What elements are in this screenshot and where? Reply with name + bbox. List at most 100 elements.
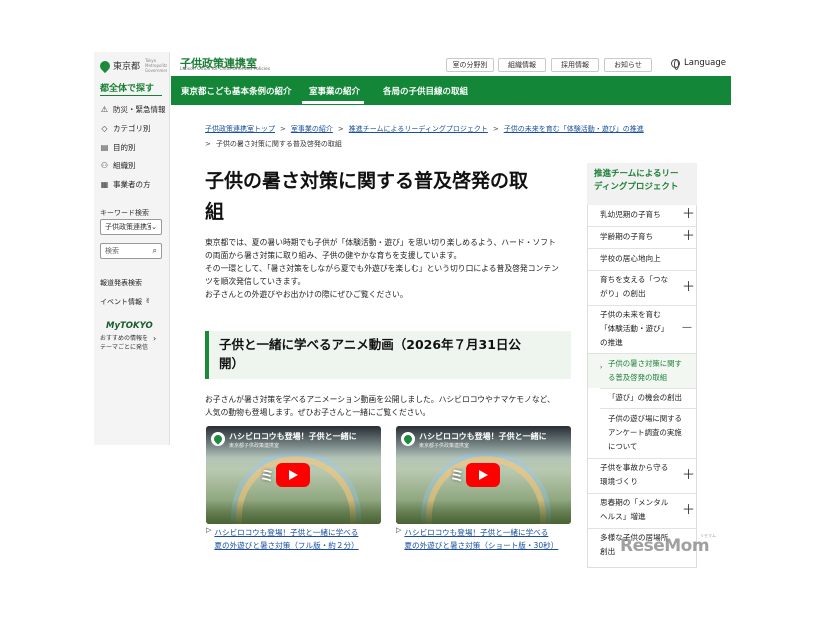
local-nav-divider — [588, 305, 696, 306]
logo-subtext: Tokyo Metropolitan Government — [145, 58, 167, 73]
select-value: 子供政策連携室 — [105, 223, 152, 231]
warning-icon: ⚠ — [100, 105, 109, 114]
local-nav-heat-measures[interactable]: 子供の暑さ対策に関す る普及啓発の取組 — [608, 357, 696, 385]
section-heading-line: 子供と一緒に学べるアニメ動画（2026年７月31日公 — [219, 337, 521, 352]
breadcrumb: 子供政策連携室トップ > 室事業の紹介 > 推進チームによるリーディングプロジェ… — [205, 124, 644, 134]
expand-plus-icon[interactable]: ＋ — [682, 504, 695, 517]
video-player-full[interactable]: ハシビロコウも登場！子供と一緒に 東京都子供政策連携室 ミ に — [206, 426, 381, 524]
news-button[interactable]: お知らせ — [604, 58, 652, 72]
search-icon: ⌕ — [152, 246, 157, 255]
video-link-line: ハシビロコウも登場！子供と一緒に学べる — [214, 528, 359, 537]
intro-line: お子さんとの外遊びやお出かけの際にぜひご覧ください。 — [205, 290, 408, 299]
chevron-right-icon: › — [153, 334, 157, 343]
local-nav-divider — [600, 388, 696, 389]
video-link-line: 夏の外遊びと暑さ対策（フル版・約２分） — [214, 541, 359, 550]
local-nav-accident-safety[interactable]: 子供を事故から守る 環境づくり — [600, 461, 682, 489]
mytokyo-desc-line: テーマごとに発信 — [100, 344, 149, 351]
document-icon: ▤ — [100, 143, 109, 152]
sidebar-item-category[interactable]: ◇ カテゴリ別 — [100, 123, 150, 134]
video-link-line: ハシビロコウも登場！子供と一緒に学べる — [404, 528, 549, 537]
local-nav-line: 子供を事故から守る — [600, 463, 669, 472]
tokyo-logo[interactable]: 東京都 Tokyo Metropolitan Government — [97, 58, 167, 73]
video-link-short[interactable]: ▷ ハシビロコウも登場！子供と一緒に学べる 夏の外遊びと暑さ対策（ショート版・3… — [396, 526, 558, 552]
intro-line: その一環として、「暑さ対策をしながら夏でも外遊びを楽しむ」という切り口による普及… — [205, 264, 559, 273]
video-channel: 東京都子供政策連携室 — [229, 443, 280, 449]
local-nav-line: ヘルス」増進 — [600, 512, 646, 521]
mytokyo-description[interactable]: おすすめの情報を テーマごとに発信 — [100, 334, 148, 352]
breadcrumb-link[interactable]: 子供政策連携室トップ — [205, 124, 275, 134]
hand-icon: ✌ — [145, 297, 151, 305]
video-icon: ▷ — [396, 526, 402, 534]
search-input[interactable]: 検索 ⌕ — [100, 243, 162, 259]
ground-illustration — [396, 500, 571, 524]
local-nav-connections[interactable]: 育ちを支える「つな がり」の創出 — [600, 273, 682, 301]
local-nav-mental-health[interactable]: 思春期の「メンタル ヘルス」増進 — [600, 496, 682, 524]
section-heading: 子供と一緒に学べるアニメ動画（2026年７月31日公 開） — [219, 335, 569, 373]
local-nav-line: アンケート調査の実施 — [608, 428, 682, 437]
breadcrumb-link[interactable]: 子供の未来を育む「体験活動・遊び」の推進 — [504, 124, 644, 134]
building-icon: ▦ — [100, 180, 109, 189]
press-release-search-link[interactable]: 報道発表検索 — [100, 278, 142, 288]
collapse-minus-icon[interactable]: — — [682, 321, 692, 334]
video-link-full[interactable]: ▷ ハシビロコウも登場！子供と一緒に学べる 夏の外遊びと暑さ対策（フル版・約２分… — [206, 526, 359, 552]
chevron-down-icon: ⌄ — [151, 223, 157, 231]
sidebar-item-purpose[interactable]: ▤ 目的別 — [100, 142, 136, 153]
local-nav-line: の推進 — [600, 338, 623, 347]
section-heading-line: 開） — [219, 356, 245, 371]
channel-avatar-icon — [401, 432, 415, 446]
event-info-link[interactable]: イベント情報 ✌ — [100, 297, 151, 307]
local-nav-infant[interactable]: 乳幼児期の子育ち — [600, 208, 682, 222]
field-button[interactable]: 室の分野別 — [446, 58, 494, 72]
expand-plus-icon[interactable]: ＋ — [682, 469, 695, 482]
local-nav-line: 「体験活動・遊び」 — [600, 324, 669, 333]
video-link-line: 夏の外遊びと暑さ対策（ショート版・30秒） — [404, 541, 559, 550]
local-nav-divider — [588, 270, 696, 271]
tag-icon: ◇ — [101, 124, 108, 133]
local-nav-line: 思春期の「メンタル — [600, 498, 669, 507]
local-nav-divider — [588, 493, 696, 494]
nav-ordinance[interactable]: 東京都こども基本条例の紹介 — [181, 76, 292, 105]
play-button-icon[interactable] — [466, 463, 500, 487]
local-nav-line: 子供の遊び場に関する — [608, 414, 682, 423]
language-label: Language — [684, 58, 726, 68]
site-subtitle: Liaison Office for Child-Oriented Polici… — [180, 67, 271, 72]
ginkgo-leaf-icon — [97, 58, 113, 73]
local-nav-line: がり」の創出 — [600, 289, 646, 298]
breadcrumb-link[interactable]: 室事業の紹介 — [291, 124, 333, 134]
organization-button[interactable]: 組織情報 — [498, 58, 546, 72]
local-nav-line: について — [608, 442, 638, 451]
breadcrumb-link[interactable]: 推進チームによるリーディングプロジェクト — [349, 124, 488, 134]
local-nav-line: 子供の暑さ対策に関す — [608, 359, 682, 368]
local-nav-heading[interactable]: 推進チームによるリー ディングプロジェクト — [594, 168, 694, 194]
page-title-line: 子供の暑さ対策に関する普及啓発の取 — [205, 170, 529, 192]
section-paragraph-line: 人気の動物も登場します。ぜひお子さんと一緒にご覧ください。 — [205, 408, 431, 417]
local-nav-survey[interactable]: 子供の遊び場に関する アンケート調査の実施 について — [608, 412, 696, 454]
nav-bureaus[interactable]: 各局の子供目線の取組 — [383, 76, 468, 105]
channel-avatar-icon — [211, 432, 225, 446]
expand-plus-icon[interactable]: ＋ — [682, 208, 695, 221]
chevron-right-icon: > — [205, 140, 211, 148]
local-nav-school-age[interactable]: 学齢期の子育ち — [600, 230, 682, 244]
recruit-button[interactable]: 採用情報 — [551, 58, 599, 72]
division-select[interactable]: 子供政策連携室 ⌄ — [100, 219, 162, 235]
video-icon: ▷ — [206, 526, 212, 534]
local-nav-line: 子供の未来を育む — [600, 310, 661, 319]
chevron-right-icon: > — [492, 125, 499, 133]
expand-plus-icon[interactable]: ＋ — [682, 230, 695, 243]
local-nav-play-opportunities[interactable]: 「遊び」の機会の創出 — [608, 391, 696, 405]
sidebar-item-emergency[interactable]: ⚠ 防災・緊急情報 — [100, 104, 166, 115]
local-nav-divider — [588, 248, 696, 249]
chevron-right-icon: > — [280, 125, 286, 133]
local-nav-school-comfort[interactable]: 学校の居心地向上 — [600, 252, 682, 266]
play-button-icon[interactable] — [276, 463, 310, 487]
local-nav-play-activities[interactable]: 子供の未来を育む 「体験活動・遊び」 の推進 — [600, 308, 682, 350]
sidebar-heading-underline — [100, 95, 162, 96]
keyword-search-label: キーワード検索 — [100, 209, 149, 217]
mytokyo-logo[interactable]: MyTOKYO — [106, 321, 153, 331]
sidebar-item-business[interactable]: ▦ 事業者の方 — [100, 179, 151, 190]
language-selector[interactable]: Language — [671, 58, 726, 70]
chevron-right-icon: › — [600, 364, 603, 371]
expand-plus-icon[interactable]: ＋ — [682, 281, 695, 294]
sidebar-item-organization[interactable]: ⚇ 組織別 — [100, 160, 136, 171]
video-player-short[interactable]: ハシビロコウも登場！子供と一緒に 東京都子供政策連携室 ミ に — [396, 426, 571, 524]
